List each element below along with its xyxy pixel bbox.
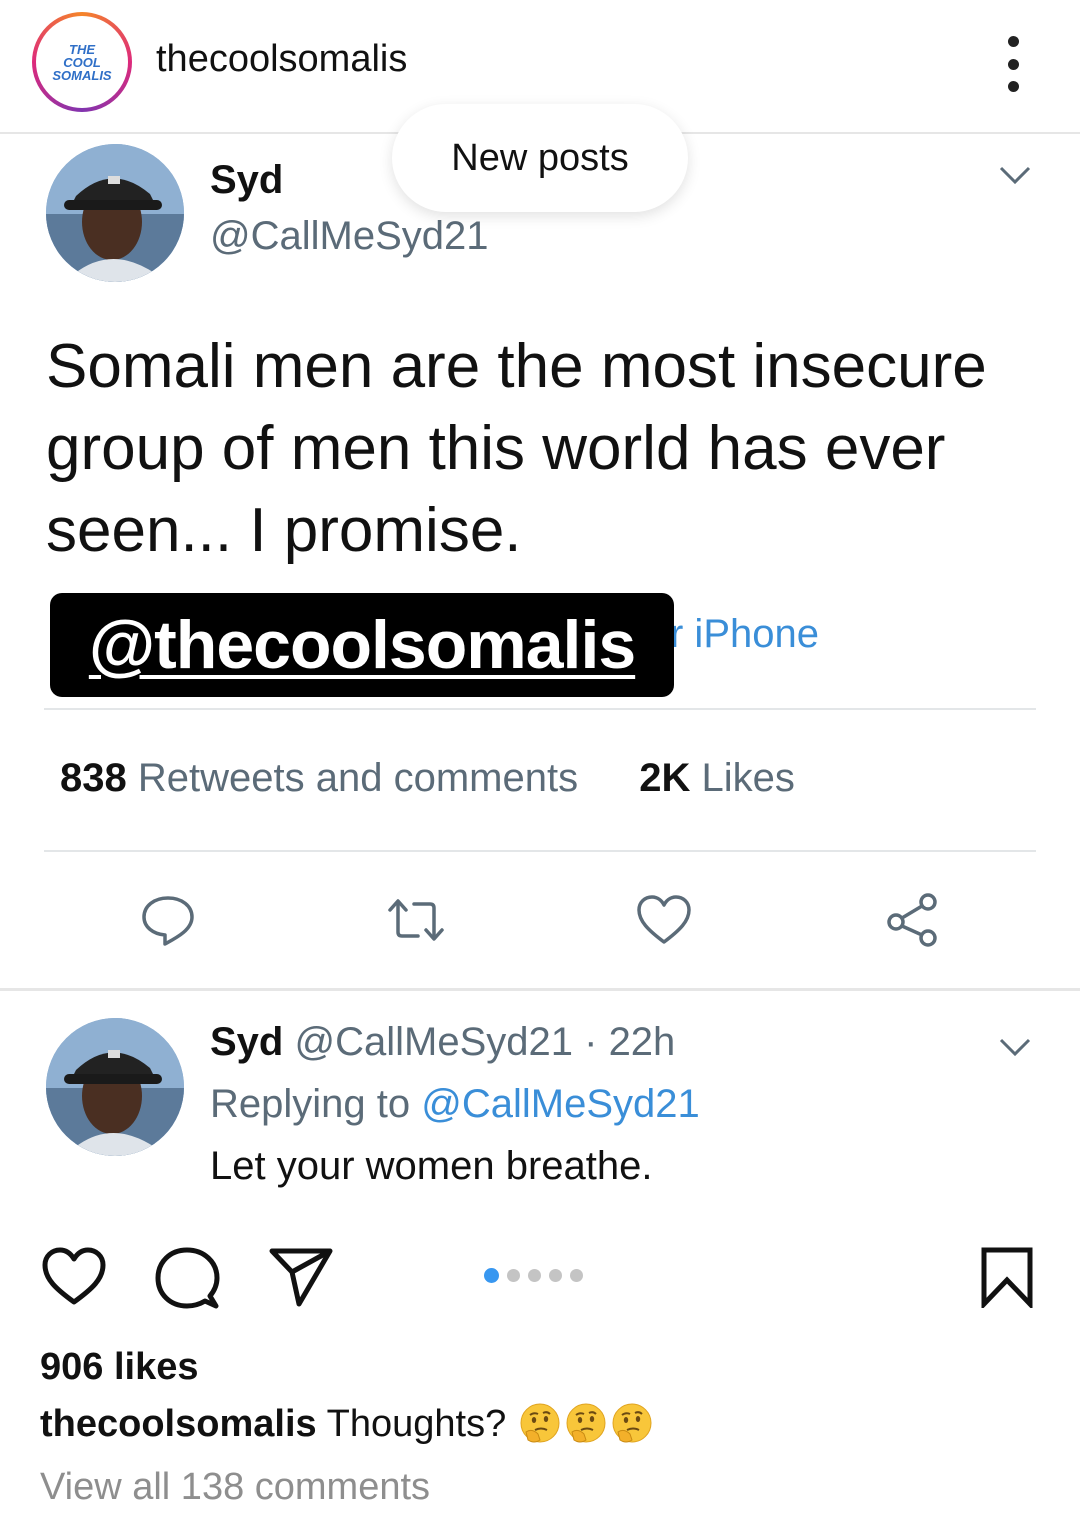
logo-line-2: COOL	[63, 54, 101, 70]
retweet-icon[interactable]	[386, 890, 446, 950]
tweet-author-handle[interactable]: @CallMeSyd21	[210, 214, 489, 259]
carousel-dot	[484, 1268, 499, 1283]
heart-icon[interactable]	[40, 1246, 108, 1308]
carousel-dot	[570, 1269, 583, 1282]
divider	[44, 850, 1036, 852]
likes-count: 2K	[639, 756, 691, 800]
reply-body: Let your women breathe.	[210, 1144, 653, 1188]
comment-icon[interactable]	[154, 1246, 220, 1312]
divider	[0, 988, 1080, 991]
caption-text: Thoughts?	[326, 1402, 507, 1445]
reply-author-name[interactable]: Syd	[210, 1020, 283, 1064]
likes-label[interactable]: Likes	[701, 756, 794, 800]
tweet-stats: 838 Retweets and comments 2K Likes	[60, 756, 795, 801]
replying-prefix: Replying to	[210, 1082, 411, 1126]
profile-logo: THE COOL SOMALIS	[36, 16, 128, 108]
replying-to: Replying to @CallMeSyd21	[210, 1082, 700, 1127]
likes-count[interactable]: 906 likes	[40, 1346, 198, 1389]
tweet-source: r iPhone	[670, 612, 819, 656]
tweet-body: Somali men are the most insecure group o…	[46, 332, 987, 565]
thinking-face-icon	[566, 1403, 606, 1443]
replying-handle[interactable]: @CallMeSyd21	[421, 1082, 700, 1126]
share-icon[interactable]	[882, 890, 942, 950]
thinking-face-icon	[612, 1403, 652, 1443]
comment-icon[interactable]	[138, 890, 198, 950]
tweet-author-name[interactable]: Syd	[210, 158, 283, 203]
caption-username[interactable]: thecoolsomalis	[40, 1403, 317, 1446]
bookmark-icon[interactable]	[980, 1246, 1034, 1308]
watermark-overlay: @thecoolsomalis	[50, 593, 674, 697]
chevron-down-icon[interactable]	[998, 164, 1032, 186]
logo-line-3: SOMALIS	[52, 67, 112, 83]
thinking-face-icon	[520, 1403, 560, 1443]
caption: thecoolsomalis Thoughts?	[40, 1402, 654, 1446]
carousel-dot	[507, 1269, 520, 1282]
reply-author-avatar	[46, 1018, 184, 1156]
divider	[44, 708, 1036, 710]
more-vertical-icon[interactable]	[996, 36, 1030, 92]
reply-separator: ·	[584, 1020, 598, 1064]
profile-username[interactable]: thecoolsomalis	[156, 38, 407, 81]
tweet-author-avatar	[46, 144, 184, 282]
chevron-down-icon[interactable]	[998, 1036, 1032, 1058]
retweets-count: 838	[60, 756, 127, 800]
send-icon[interactable]	[268, 1246, 334, 1308]
carousel-dot	[549, 1269, 562, 1282]
reply-time: 22h	[608, 1020, 676, 1064]
caption-emojis	[516, 1402, 654, 1446]
reply-header: Syd @CallMeSyd21 · 22h	[210, 1020, 675, 1065]
profile-avatar[interactable]: THE COOL SOMALIS	[32, 12, 132, 112]
like-icon[interactable]	[634, 890, 694, 950]
retweets-label[interactable]: Retweets and comments	[138, 756, 578, 800]
watermark-text: @thecoolsomalis	[88, 607, 636, 683]
view-comments-link[interactable]: View all 138 comments	[40, 1466, 430, 1509]
carousel-indicator	[484, 1268, 583, 1283]
new-posts-pill[interactable]: New posts	[392, 104, 688, 212]
reply-author-handle[interactable]: @CallMeSyd21	[294, 1020, 573, 1064]
logo-line-1: THE	[69, 41, 95, 57]
carousel-dot	[528, 1269, 541, 1282]
